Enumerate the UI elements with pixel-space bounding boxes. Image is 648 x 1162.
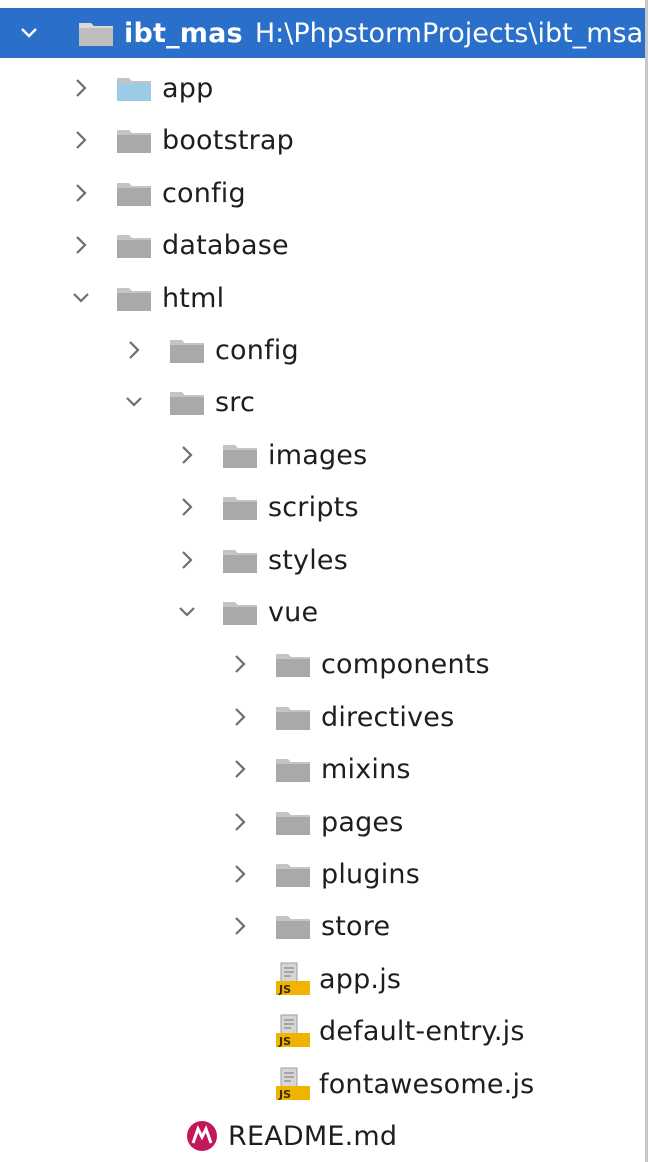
tree-folder-row[interactable]: styles (0, 534, 648, 586)
root-name: ibt_mas (124, 17, 243, 49)
tree-folder-row[interactable]: html (0, 272, 648, 324)
tree-item-label: directives (321, 701, 455, 733)
tree-item-label: store (321, 910, 391, 942)
folder-icon (222, 493, 258, 521)
chevron-right-icon[interactable] (227, 911, 253, 941)
tree-file-row[interactable]: README.md (0, 1110, 648, 1162)
tree-folder-row[interactable]: pages (0, 796, 648, 848)
tree-root-row[interactable]: ibt_mas H:\PhpstormProjects\ibt_msa (0, 8, 648, 58)
chevron-down-icon[interactable] (68, 283, 94, 313)
chevron-right-icon[interactable] (68, 125, 94, 155)
tree-item-label: fontawesome.js (319, 1068, 535, 1100)
tree-item-label: config (162, 177, 246, 209)
javascript-file-icon: JS (275, 1014, 311, 1048)
tree-file-row[interactable]: JS default-entry.js (0, 1005, 648, 1057)
folder-icon (222, 441, 258, 469)
svg-text:JS: JS (278, 983, 291, 996)
folder-icon (78, 19, 114, 47)
folder-icon (169, 336, 205, 364)
chevron-right-icon[interactable] (68, 73, 94, 103)
folder-icon (222, 598, 258, 626)
tree-folder-row[interactable]: mixins (0, 743, 648, 795)
tree-file-row[interactable]: JS app.js (0, 953, 648, 1005)
folder-icon (222, 546, 258, 574)
chevron-right-icon[interactable] (68, 178, 94, 208)
chevron-down-icon[interactable] (121, 387, 147, 417)
javascript-file-icon: JS (275, 1067, 311, 1101)
tree-folder-row[interactable]: bootstrap (0, 114, 648, 166)
tree-item-label: vue (268, 596, 319, 628)
tree-item-label: scripts (268, 491, 359, 523)
tree-item-label: default-entry.js (319, 1015, 525, 1047)
tree-folder-row[interactable]: src (0, 376, 648, 428)
folder-icon (116, 231, 152, 259)
folder-icon (275, 650, 311, 678)
chevron-right-icon[interactable] (68, 230, 94, 260)
tree-folder-row[interactable]: app (0, 62, 648, 114)
chevron-right-icon[interactable] (227, 807, 253, 837)
chevron-right-icon[interactable] (121, 335, 147, 365)
javascript-file-icon: JS (275, 962, 311, 996)
tree-item-label: README.md (228, 1120, 398, 1152)
svg-text:JS: JS (278, 1035, 291, 1048)
folder-icon (275, 703, 311, 731)
chevron-right-icon[interactable] (227, 754, 253, 784)
root-path: H:\PhpstormProjects\ibt_msa (254, 17, 644, 49)
folder-icon (275, 808, 311, 836)
tree-folder-row[interactable]: components (0, 638, 648, 690)
tree-folder-row[interactable]: store (0, 900, 648, 952)
chevron-right-icon[interactable] (227, 702, 253, 732)
chevron-down-icon[interactable] (16, 18, 42, 48)
folder-icon (169, 388, 205, 416)
chevron-right-icon[interactable] (227, 859, 253, 889)
tree-item-label: images (268, 439, 368, 471)
tree-item-label: plugins (321, 858, 420, 890)
tree-folder-row[interactable]: config (0, 324, 648, 376)
folder-icon (116, 126, 152, 154)
tree-item-label: pages (321, 806, 404, 838)
tree-item-label: config (215, 334, 299, 366)
tree-item-label: components (321, 648, 490, 680)
tree-folder-row[interactable]: database (0, 219, 648, 271)
tree-item-label: html (162, 282, 225, 314)
tree-item-label: database (162, 229, 289, 261)
tree-folder-row[interactable]: scripts (0, 481, 648, 533)
svg-text:JS: JS (278, 1088, 291, 1101)
tree-item-label: app (162, 72, 214, 104)
folder-icon (116, 74, 152, 102)
tree-file-row[interactable]: JS fontawesome.js (0, 1058, 648, 1110)
chevron-right-icon[interactable] (174, 545, 200, 575)
tree-folder-row[interactable]: directives (0, 691, 648, 743)
chevron-down-icon[interactable] (174, 597, 200, 627)
folder-icon (275, 912, 311, 940)
chevron-right-icon[interactable] (227, 649, 253, 679)
tree-folder-row[interactable]: config (0, 167, 648, 219)
chevron-right-icon[interactable] (174, 492, 200, 522)
folder-icon (275, 755, 311, 783)
tree-item-label: app.js (319, 963, 402, 995)
tree-item-label: src (215, 386, 256, 418)
folder-icon (116, 179, 152, 207)
markdown-file-icon (184, 1119, 220, 1153)
tree-folder-row[interactable]: vue (0, 586, 648, 638)
folder-icon (116, 284, 152, 312)
folder-icon (275, 860, 311, 888)
tree-item-label: bootstrap (162, 124, 295, 156)
chevron-right-icon[interactable] (174, 440, 200, 470)
tree-folder-row[interactable]: plugins (0, 848, 648, 900)
tree-item-label: mixins (321, 753, 411, 785)
tree-item-label: styles (268, 544, 349, 576)
tree-folder-row[interactable]: images (0, 429, 648, 481)
